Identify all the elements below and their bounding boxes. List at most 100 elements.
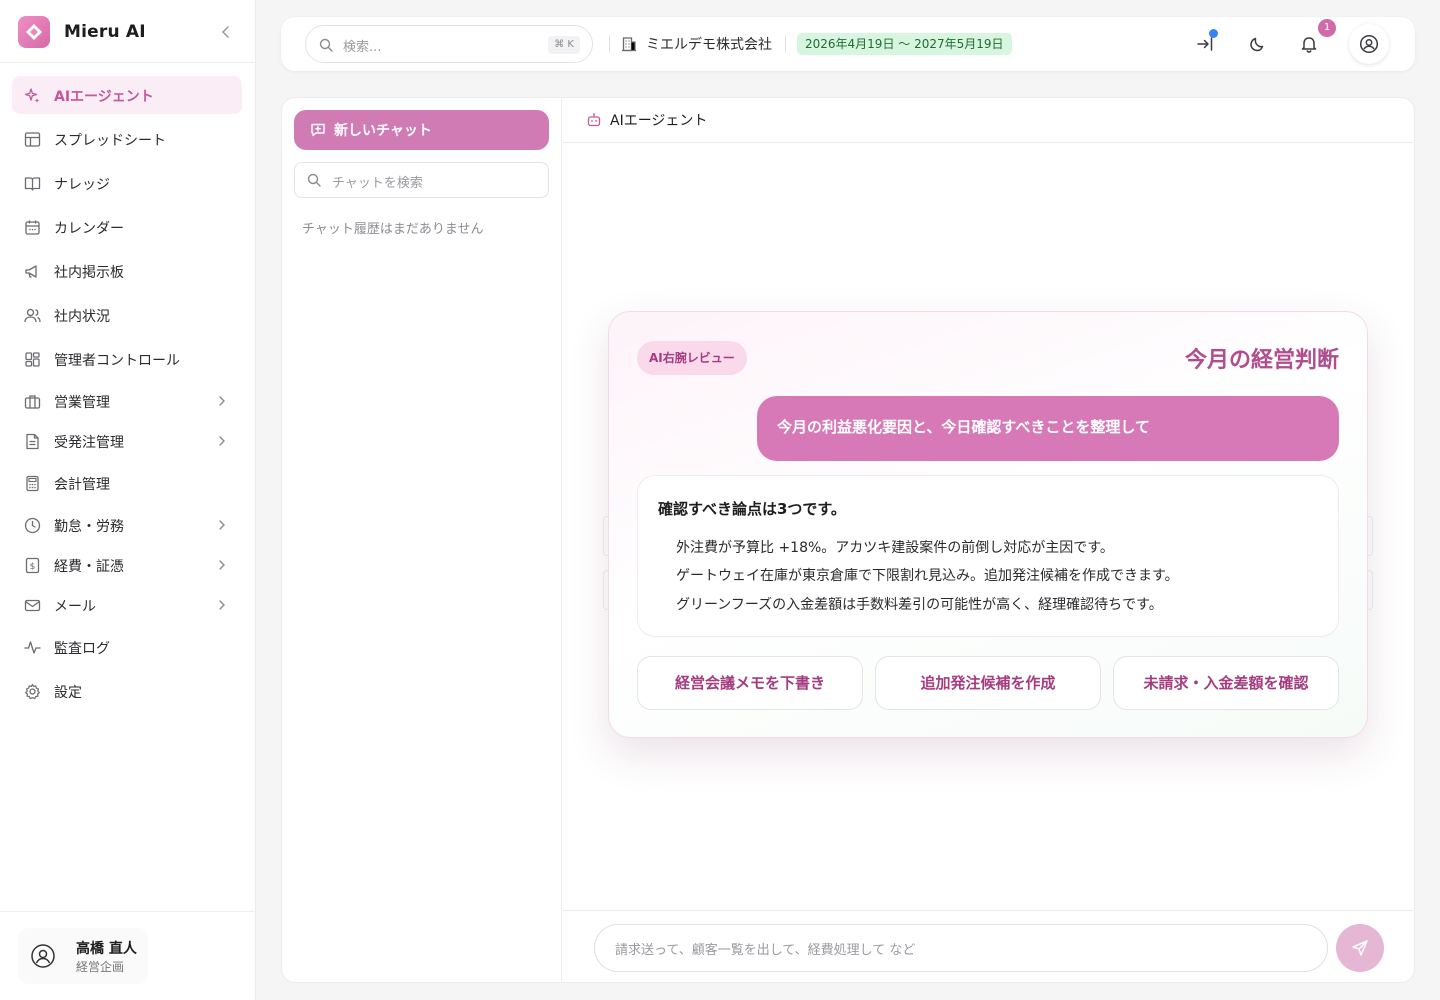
users-icon [24, 307, 41, 324]
chevron-right-icon [216, 395, 228, 407]
create-reorder-candidates-button[interactable]: 追加発注候補を作成 [875, 656, 1101, 710]
chevron-right-icon [216, 435, 228, 447]
calendar-icon [24, 219, 41, 236]
sidebar-item-label: 営業管理 [54, 395, 110, 411]
search-placeholder: 検索... [343, 40, 382, 55]
account-button[interactable] [1349, 24, 1389, 64]
sidebar-item-sales[interactable]: 営業管理 [12, 382, 242, 420]
sidebar-item-label: 社内状況 [54, 309, 110, 325]
company-switcher[interactable]: ミエルデモ株式会社 [621, 34, 772, 54]
sidebar-item-orders[interactable]: 受発注管理 [12, 422, 242, 460]
ai-review-badge: AI右腕レビュー [637, 341, 747, 375]
sidebar-item-bulletin[interactable]: 社内掲示板 [12, 252, 242, 290]
sidebar-item-expenses[interactable]: $ 経費・証憑 [12, 546, 242, 584]
sparkles-icon [24, 87, 41, 104]
gear-icon [24, 683, 41, 700]
status-dot [1209, 29, 1218, 38]
send-button[interactable] [1336, 924, 1384, 972]
sidebar-item-label: 勤怠・労務 [54, 519, 124, 535]
suggested-actions: 経営会議メモを下書き 追加発注候補を作成 未請求・入金差額を確認 [637, 656, 1339, 710]
chat-search-placeholder: チャットを検索 [332, 176, 423, 191]
topbar: 検索... ⌘ K ミエルデモ株式会社 2026年4月19日 〜 2027年5月… [281, 17, 1415, 71]
new-chat-label: 新しいチャット [334, 123, 432, 139]
book-icon [24, 175, 41, 192]
user-role: 経営企画 [76, 960, 125, 974]
chevron-right-icon [216, 559, 228, 571]
search-icon [307, 173, 321, 187]
sidebar-item-label: 監査ログ [54, 641, 110, 657]
company-name: ミエルデモ株式会社 [646, 37, 772, 53]
table-icon [24, 131, 41, 148]
calculator-icon [24, 475, 41, 492]
chevron-right-icon [216, 519, 228, 531]
brand-name: Mieru AI [64, 22, 146, 42]
user-circle-icon [1359, 34, 1379, 54]
draft-meeting-memo-button[interactable]: 経営会議メモを下書き [637, 656, 863, 710]
divider [0, 62, 256, 63]
new-chat-button[interactable]: 新しいチャット [294, 110, 549, 150]
chat-plus-icon [310, 122, 326, 138]
sign-in-button[interactable] [1193, 29, 1219, 57]
svg-text:$: $ [30, 562, 36, 572]
dashboard-icon [24, 351, 41, 368]
divider [0, 911, 256, 912]
divider [609, 35, 610, 53]
sidebar-item-mail[interactable]: メール [12, 586, 242, 624]
logo-icon [18, 16, 50, 48]
sidebar-item-accounting[interactable]: 会計管理 [12, 464, 242, 502]
robot-icon [586, 112, 602, 128]
chat-list-panel: 新しいチャット チャットを検索 チャット履歴はまだありません [282, 98, 562, 982]
chat-header-title: AIエージェント [610, 113, 708, 129]
sidebar-item-label: 社内掲示板 [54, 265, 124, 281]
send-icon [1352, 940, 1368, 956]
empty-history-text: チャット履歴はまだありません [302, 222, 484, 237]
sidebar-item-audit-log[interactable]: 監査ログ [12, 628, 242, 666]
mail-icon [24, 597, 41, 614]
sidebar-item-label: 設定 [54, 685, 82, 701]
document-icon [24, 433, 41, 450]
search-icon [319, 38, 333, 52]
user-prompt-bubble[interactable]: 今月の利益悪化要因と、今日確認すべきことを整理して [757, 396, 1339, 461]
sidebar-item-settings[interactable]: 設定 [12, 672, 242, 710]
answer-line: 外注費が予算比 +18%。アカツキ建設案件の前倒し対応が主因です。 [676, 540, 1114, 556]
main-panel: 新しいチャット チャットを検索 チャット履歴はまだありません AIエージェント … [281, 97, 1415, 983]
notifications-button[interactable]: 1 [1296, 19, 1336, 57]
bell-icon [1301, 37, 1317, 53]
sidebar-item-admin[interactable]: 管理者コントロール [12, 340, 242, 378]
chat-search-input[interactable]: チャットを検索 [294, 162, 549, 198]
sidebar-item-calendar[interactable]: カレンダー [12, 208, 242, 246]
sidebar-item-spreadsheet[interactable]: スプレッドシート [12, 120, 242, 158]
answer-line: ゲートウェイ在庫が東京倉庫で下限割れ見込み。追加発注候補を作成できます。 [676, 568, 1179, 584]
activity-icon [24, 639, 41, 656]
check-unbilled-payments-button[interactable]: 未請求・入金差額を確認 [1113, 656, 1339, 710]
sidebar-item-ai-agent[interactable]: AIエージェント [12, 76, 242, 114]
message-input-placeholder: 請求送って、顧客一覧を出して、経費処理して など [615, 943, 916, 958]
notification-count-badge: 1 [1318, 19, 1336, 37]
review-card-title: 今月の経営判断 [1184, 348, 1339, 373]
user-name: 高橋 直人 [76, 941, 137, 957]
sidebar-item-knowledge[interactable]: ナレッジ [12, 164, 242, 202]
ai-review-card: AI右腕レビュー 今月の経営判断 今月の利益悪化要因と、今日確認すべきことを整理… [608, 311, 1368, 738]
message-input[interactable]: 請求送って、顧客一覧を出して、経費処理して など [594, 924, 1328, 972]
collapse-sidebar-icon[interactable] [218, 24, 234, 40]
dark-mode-toggle[interactable] [1244, 31, 1270, 57]
sidebar-item-label: 管理者コントロール [54, 353, 180, 369]
sidebar-item-label: 受発注管理 [54, 435, 124, 451]
message-composer: 請求送って、顧客一覧を出して、経費処理して など [562, 910, 1414, 982]
divider [785, 35, 786, 53]
sidebar-item-label: スプレッドシート [54, 133, 166, 149]
user-menu[interactable]: 高橋 直人 経営企画 [18, 928, 148, 984]
clock-icon [24, 517, 41, 534]
fiscal-period-badge[interactable]: 2026年4月19日 〜 2027年5月19日 [797, 33, 1012, 55]
global-search-input[interactable]: 検索... ⌘ K [305, 25, 593, 63]
answer-line: グリーンフーズの入金差額は手数料差引の可能性が高く、経理確認待ちです。 [676, 597, 1163, 613]
moon-icon [1250, 37, 1264, 52]
chat-header: AIエージェント [562, 98, 1414, 143]
sidebar-item-label: 会計管理 [54, 477, 110, 493]
sidebar-item-label: 経費・証憑 [54, 559, 124, 575]
sidebar-item-attendance[interactable]: 勤怠・労務 [12, 506, 242, 544]
building-icon [621, 36, 637, 52]
sidebar-item-status[interactable]: 社内状況 [12, 296, 242, 334]
brand[interactable]: Mieru AI [18, 16, 238, 48]
sidebar-item-label: カレンダー [54, 221, 124, 237]
